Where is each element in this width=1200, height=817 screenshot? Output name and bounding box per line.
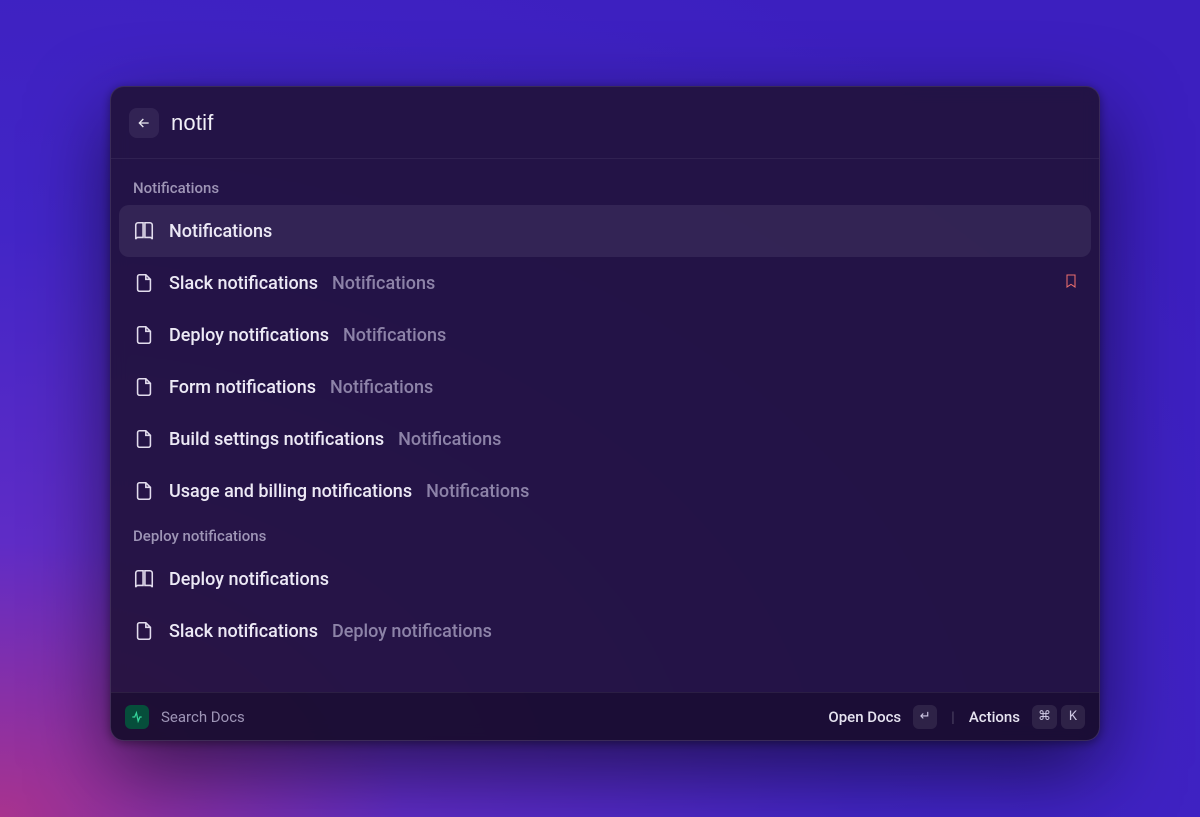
book-icon: [133, 568, 155, 590]
footer-bar: Search Docs Open Docs ↵ | Actions ⌘ K: [111, 692, 1099, 740]
file-icon: [133, 620, 155, 642]
result-item[interactable]: Usage and billing notifications Notificat…: [119, 465, 1091, 517]
result-item[interactable]: Slack notifications Deploy notifications: [119, 605, 1091, 657]
book-icon: [133, 220, 155, 242]
bookmark-icon: [1063, 272, 1079, 294]
arrow-left-icon: [136, 115, 152, 131]
result-title: Usage and billing notifications: [169, 481, 412, 502]
result-parent: Deploy notifications: [332, 621, 492, 642]
footer-separator: |: [951, 708, 955, 726]
result-parent: Notifications: [426, 481, 529, 502]
enter-key-icon: ↵: [913, 705, 937, 729]
result-item[interactable]: Build settings notifications Notification…: [119, 413, 1091, 465]
result-title: Slack notifications: [169, 273, 318, 294]
result-title: Form notifications: [169, 377, 316, 398]
app-badge-icon: [125, 705, 149, 729]
result-parent: Notifications: [398, 429, 501, 450]
back-button[interactable]: [129, 108, 159, 138]
file-icon: [133, 324, 155, 346]
file-icon: [133, 428, 155, 450]
section-title: Notifications: [119, 169, 1091, 205]
result-parent: Notifications: [330, 377, 433, 398]
result-parent: Notifications: [343, 325, 446, 346]
file-icon: [133, 376, 155, 398]
result-title: Deploy notifications: [169, 325, 329, 346]
result-item[interactable]: Deploy notifications: [119, 553, 1091, 605]
result-parent: Notifications: [332, 273, 435, 294]
result-item[interactable]: Slack notifications Notifications: [119, 257, 1091, 309]
section-title: Deploy notifications: [119, 517, 1091, 553]
cmd-key-icon: ⌘: [1032, 705, 1057, 729]
result-item[interactable]: Deploy notifications Notifications: [119, 309, 1091, 361]
result-title: Build settings notifications: [169, 429, 384, 450]
search-header: [111, 87, 1099, 159]
results-list: NotificationsNotificationsSlack notifica…: [111, 159, 1099, 692]
actions-action[interactable]: Actions: [969, 708, 1020, 726]
file-icon: [133, 272, 155, 294]
file-icon: [133, 480, 155, 502]
result-item[interactable]: Form notifications Notifications: [119, 361, 1091, 413]
command-palette: NotificationsNotificationsSlack notifica…: [110, 86, 1100, 741]
footer-hint: Search Docs: [161, 708, 245, 726]
open-docs-action[interactable]: Open Docs: [828, 708, 901, 726]
result-item[interactable]: Notifications: [119, 205, 1091, 257]
k-key-icon: K: [1061, 705, 1085, 729]
result-title: Deploy notifications: [169, 569, 329, 590]
search-input[interactable]: [171, 110, 1081, 136]
result-title: Notifications: [169, 221, 272, 242]
result-title: Slack notifications: [169, 621, 318, 642]
